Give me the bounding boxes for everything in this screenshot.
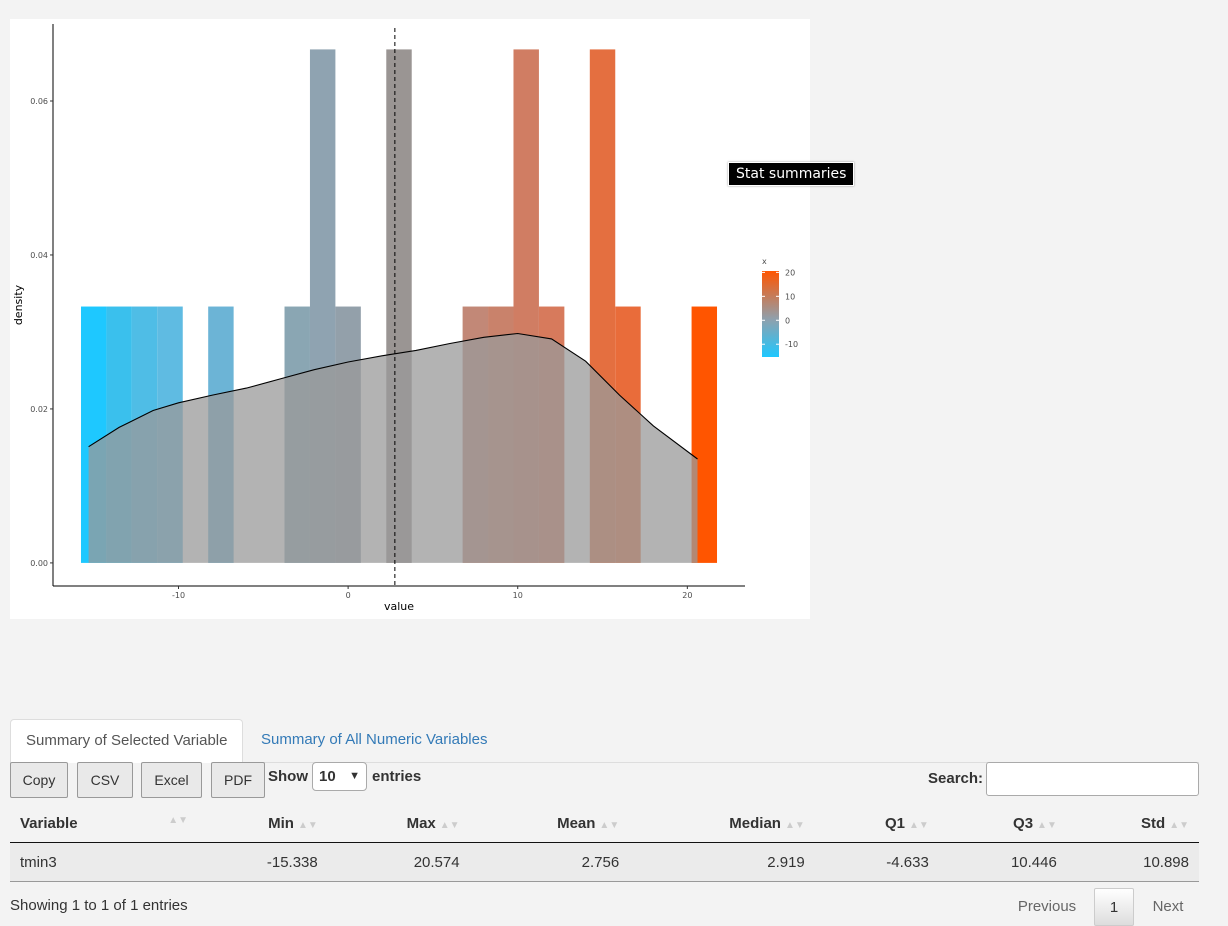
search-label: Search: bbox=[928, 770, 984, 787]
cell-median: 2.919 bbox=[629, 842, 815, 882]
column-header-variable[interactable]: Variable ▲▼ bbox=[10, 805, 190, 843]
x-tick-label: -10 bbox=[172, 591, 185, 600]
legend-label: 20 bbox=[785, 268, 795, 277]
cell-mean: 2.756 bbox=[469, 842, 630, 882]
excel-button[interactable]: Excel bbox=[141, 762, 202, 798]
y-axis-title: density bbox=[12, 284, 25, 325]
column-header-mean[interactable]: Mean ▲▼ bbox=[469, 805, 630, 843]
table-row[interactable]: tmin3 -15.338 20.574 2.756 2.919 -4.633 … bbox=[10, 842, 1199, 882]
summary-table: Variable ▲▼ Min ▲▼ Max ▲▼ Mean ▲▼ Median ▲▼ Q… bbox=[10, 805, 1199, 882]
y-tick-label: 0.02 bbox=[30, 405, 48, 414]
legend-title: x bbox=[762, 257, 767, 266]
column-header-min[interactable]: Min ▲▼ bbox=[190, 805, 328, 843]
sort-icon: ▲▼ bbox=[909, 820, 929, 831]
cell-q3: 10.446 bbox=[938, 842, 1067, 882]
page-1-button[interactable]: 1 bbox=[1094, 888, 1134, 926]
column-header-std[interactable]: Std ▲▼ bbox=[1066, 805, 1199, 843]
legend-label: 10 bbox=[785, 292, 795, 301]
copy-button[interactable]: Copy bbox=[10, 762, 68, 798]
table-header-row: Variable ▲▼ Min ▲▼ Max ▲▼ Mean ▲▼ Median ▲▼ Q… bbox=[10, 805, 1199, 843]
x-tick-label: 20 bbox=[682, 591, 692, 600]
chevron-down-icon: ▼ bbox=[349, 770, 360, 782]
entries-label: entries bbox=[372, 768, 422, 785]
legend-label: 0 bbox=[785, 316, 790, 325]
column-header-q3[interactable]: Q3 ▲▼ bbox=[938, 805, 1067, 843]
tab-summary-selected[interactable]: Summary of Selected Variable bbox=[10, 719, 244, 763]
column-header-max[interactable]: Max ▲▼ bbox=[327, 805, 470, 843]
cell-std: 10.898 bbox=[1066, 842, 1199, 882]
y-tick-label: 0.04 bbox=[30, 251, 48, 260]
y-tick-label: 0.06 bbox=[30, 97, 48, 106]
column-header-q1[interactable]: Q1 ▲▼ bbox=[814, 805, 939, 843]
pdf-button[interactable]: PDF bbox=[211, 762, 265, 798]
sort-icon: ▲▼ bbox=[297, 820, 318, 831]
search-input[interactable] bbox=[986, 762, 1199, 796]
sort-icon: ▲▼ bbox=[168, 815, 188, 826]
x-axis-title: value bbox=[384, 600, 414, 613]
x-tick-label: 10 bbox=[513, 591, 523, 600]
histogram-chart: -10 0 10 20 0.00 0.02 0.04 0.06 value density x… bbox=[12, 24, 798, 613]
cell-max: 20.574 bbox=[327, 842, 470, 882]
sort-icon: ▲▼ bbox=[784, 820, 805, 831]
tab-bar: Summary of Selected Variable Summary of … bbox=[10, 719, 1199, 763]
csv-button[interactable]: CSV bbox=[77, 762, 133, 798]
column-header-median[interactable]: Median ▲▼ bbox=[629, 805, 815, 843]
page-length-select[interactable]: 10 ▼ bbox=[312, 762, 367, 791]
previous-button[interactable]: Previous bbox=[1012, 888, 1082, 924]
stat-summaries-tooltip: Stat summaries bbox=[728, 162, 855, 186]
sort-icon: ▲▼ bbox=[439, 820, 460, 831]
tab-summary-all-numeric[interactable]: Summary of All Numeric Variables bbox=[246, 719, 502, 761]
plot-panel: -10 0 10 20 0.00 0.02 0.04 0.06 value density x… bbox=[10, 19, 810, 619]
y-tick-label: 0.00 bbox=[30, 559, 48, 568]
x-tick-label: 0 bbox=[346, 591, 351, 600]
sort-icon: ▲▼ bbox=[1169, 820, 1189, 831]
sort-icon: ▲▼ bbox=[1037, 820, 1057, 831]
cell-q1: -4.633 bbox=[814, 842, 939, 882]
cell-variable: tmin3 bbox=[10, 842, 190, 882]
show-label: Show bbox=[268, 768, 308, 785]
page-length-value: 10 bbox=[319, 768, 336, 785]
next-button[interactable]: Next bbox=[1146, 888, 1190, 924]
sort-icon: ▲▼ bbox=[599, 820, 620, 831]
cell-min: -15.338 bbox=[190, 842, 328, 882]
legend-label: -10 bbox=[785, 340, 798, 349]
table-info: Showing 1 to 1 of 1 entries bbox=[10, 897, 188, 914]
